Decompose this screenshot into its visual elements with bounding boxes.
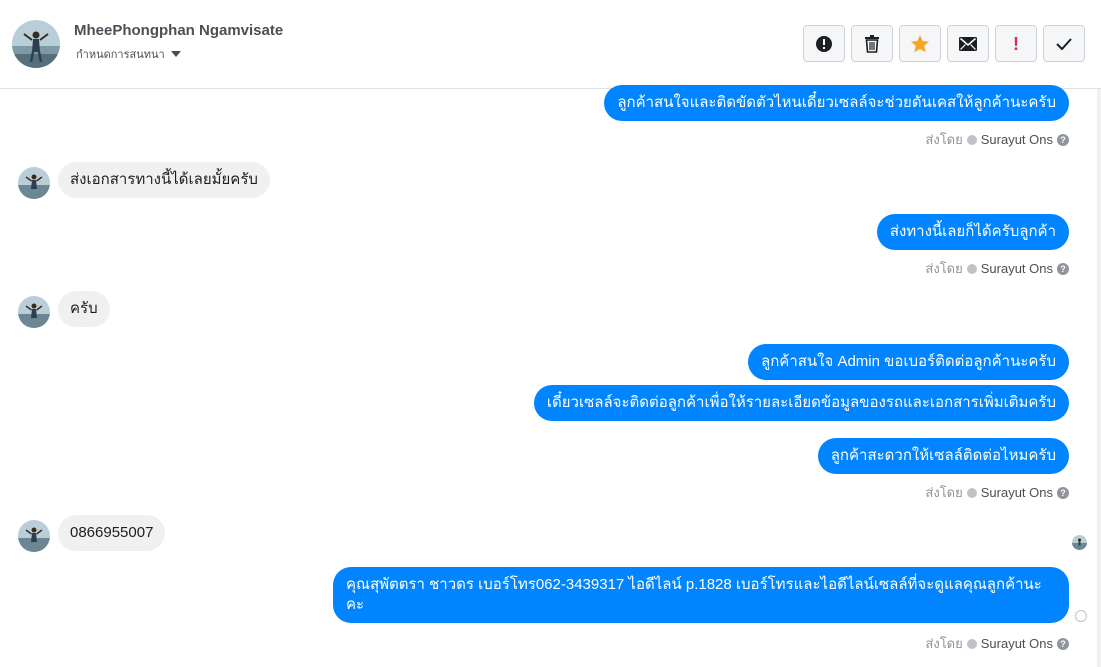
agent-name[interactable]: Surayut Ons xyxy=(981,485,1053,500)
outgoing-message[interactable]: ลูกค้าสะดวกให้เซลล์ติดต่อไหมครับ xyxy=(817,438,1069,474)
sent-by-line: ส่งโดย Surayut Ons ? xyxy=(925,633,1069,654)
done-button[interactable] xyxy=(1043,25,1085,62)
verified-icon xyxy=(966,263,977,274)
sent-by-label: ส่งโดย xyxy=(925,636,963,651)
outgoing-message[interactable]: ส่งทางนี้เลยก็ได้ครับลูกค้า xyxy=(876,214,1069,250)
contact-name: MheePhongphan Ngamvisate xyxy=(74,22,284,39)
sent-by-label: ส่งโดย xyxy=(925,485,963,500)
alert-circle-icon xyxy=(816,35,832,52)
exclamation-icon: ! xyxy=(1013,33,1019,54)
caret-down-icon xyxy=(170,51,181,57)
delivered-check-icon xyxy=(1075,610,1087,622)
help-icon[interactable]: ? xyxy=(1057,486,1069,499)
conversation-header: MheePhongphan Ngamvisate กำหนดการสนทนา ! xyxy=(0,0,1101,89)
envelope-icon xyxy=(959,36,977,51)
sent-by-label: ส่งโดย xyxy=(925,261,963,276)
verified-icon xyxy=(966,638,977,649)
thread-scrollbar[interactable] xyxy=(1097,89,1101,667)
star-icon xyxy=(911,34,929,52)
follow-up-button[interactable]: ! xyxy=(995,25,1037,62)
agent-name[interactable]: Surayut Ons xyxy=(981,636,1053,651)
star-button[interactable] xyxy=(899,25,941,62)
outgoing-message[interactable]: ลูกค้าสนใจ Admin ขอเบอร์ติดต่อลูกค้านะคร… xyxy=(748,344,1069,380)
contact-avatar-small xyxy=(18,296,50,328)
assign-conversation-label: กำหนดการสนทนา xyxy=(76,49,165,61)
incoming-message[interactable]: 0866955007 xyxy=(58,515,166,551)
mark-unread-button[interactable] xyxy=(947,25,989,62)
delete-button[interactable] xyxy=(851,25,893,62)
help-icon[interactable]: ? xyxy=(1057,637,1069,650)
help-icon[interactable]: ? xyxy=(1057,133,1069,146)
incoming-message[interactable]: ส่งเอกสารทางนี้ได้เลยมั้ยครับ xyxy=(58,162,270,198)
conversation-actions: ! xyxy=(803,25,1085,62)
sent-by-line: ส่งโดย Surayut Ons ? xyxy=(925,482,1069,503)
sent-by-line: ส่งโดย Surayut Ons ? xyxy=(925,129,1069,150)
agent-name[interactable]: Surayut Ons xyxy=(981,261,1053,276)
verified-icon xyxy=(966,487,977,498)
outgoing-message[interactable]: เดี๋ยวเซลล์จะติดต่อลูกค้าเพื่อให้รายละเอ… xyxy=(533,385,1069,421)
help-icon[interactable]: ? xyxy=(1057,262,1069,275)
outgoing-message[interactable]: ลูกค้าสนใจและติดขัดตัวไหนเดี๋ยวเซลล์จะช่… xyxy=(604,85,1069,121)
assign-conversation-dropdown[interactable]: กำหนดการสนทนา xyxy=(76,45,181,63)
check-icon xyxy=(1056,37,1072,50)
sent-by-label: ส่งโดย xyxy=(925,132,963,147)
mark-spam-button[interactable] xyxy=(803,25,845,62)
contact-avatar-small xyxy=(18,167,50,199)
outgoing-message[interactable]: คุณสุพัตตรา ชาวดร เบอร์โทร062-3439317 ไอ… xyxy=(333,567,1069,623)
contact-avatar-small xyxy=(18,520,50,552)
agent-name[interactable]: Surayut Ons xyxy=(981,132,1053,147)
sent-by-line: ส่งโดย Surayut Ons ? xyxy=(925,258,1069,279)
trash-icon xyxy=(865,34,879,53)
contact-avatar[interactable] xyxy=(12,20,60,68)
incoming-message[interactable]: ครับ xyxy=(58,291,110,327)
verified-icon xyxy=(966,134,977,145)
seen-indicator-avatar xyxy=(1072,535,1087,550)
